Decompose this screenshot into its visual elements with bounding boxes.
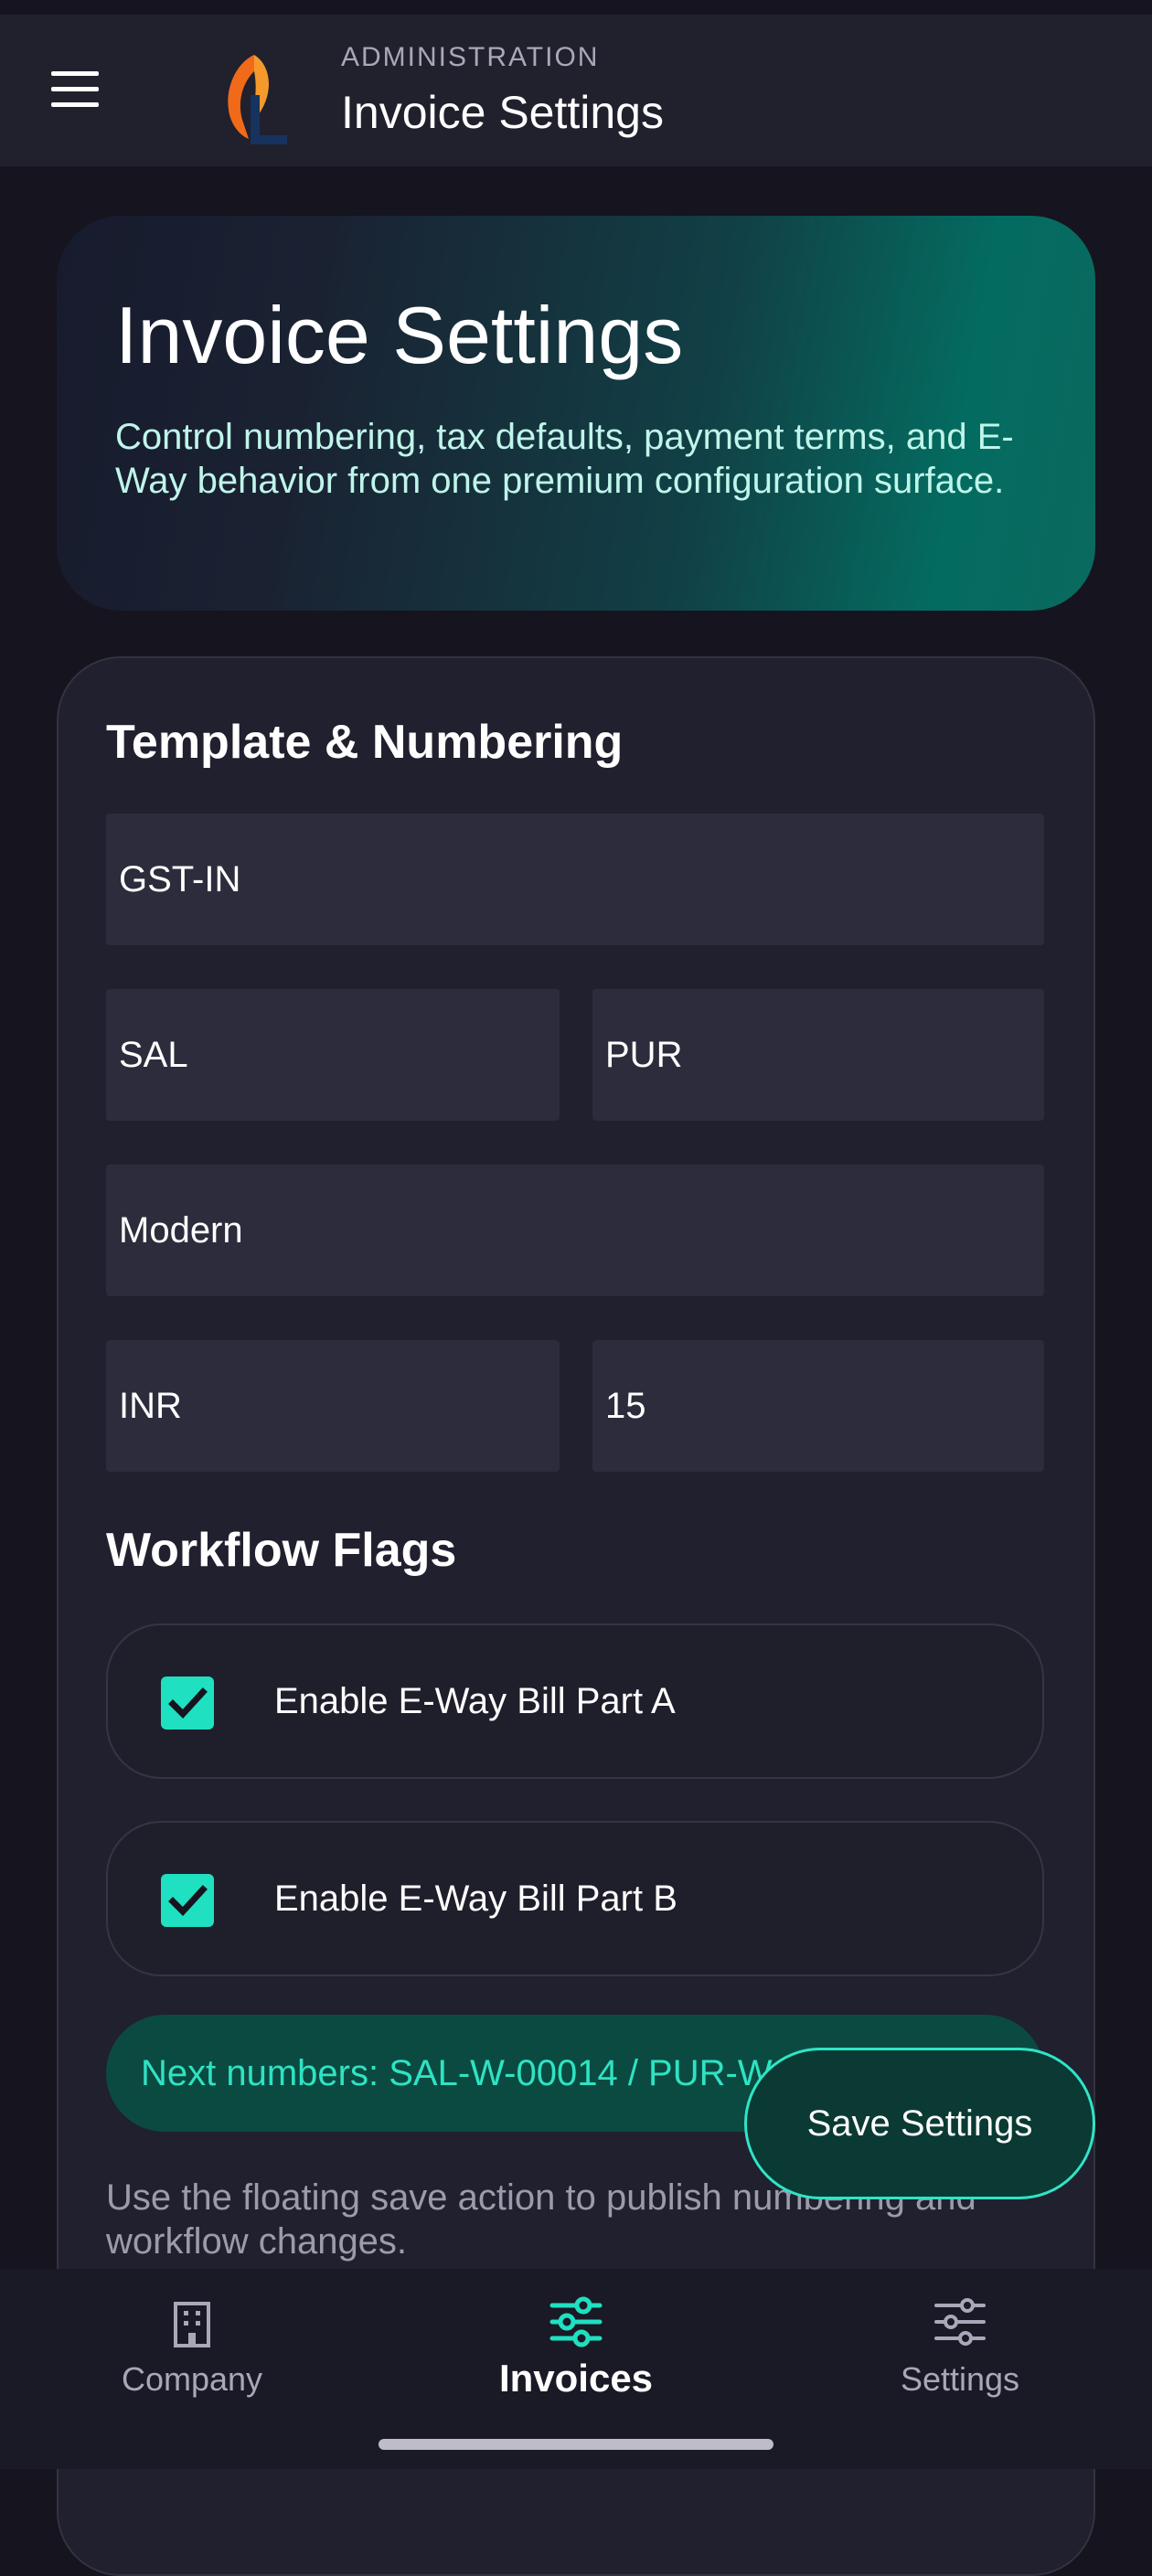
template-layout-field[interactable]: Modern <box>106 1165 1044 1296</box>
sliders-icon <box>549 2294 603 2349</box>
menu-icon[interactable] <box>48 69 106 113</box>
app-logo <box>218 49 291 150</box>
app-bar: ADMINISTRATION Invoice Settings <box>0 15 1152 166</box>
flag-label: Enable E-Way Bill Part B <box>274 1879 677 1919</box>
save-settings-button[interactable]: Save Settings <box>744 2048 1095 2199</box>
nav-label: Invoices <box>498 2357 654 2400</box>
flag-row-eway-part-b[interactable]: Enable E-Way Bill Part B <box>106 1821 1044 1976</box>
sales-prefix-field[interactable]: SAL <box>106 989 560 1121</box>
hero-description: Control numbering, tax defaults, payment… <box>115 417 1014 501</box>
nav-item-settings[interactable]: Settings <box>823 2269 1097 2452</box>
home-indicator[interactable] <box>379 2439 773 2450</box>
gst-template-field[interactable]: GST-IN <box>106 814 1044 945</box>
nav-item-company[interactable]: Company <box>55 2269 329 2452</box>
nav-label: Company <box>121 2360 263 2398</box>
flag-row-eway-part-a[interactable]: Enable E-Way Bill Part A <box>106 1623 1044 1779</box>
flag-label: Enable E-Way Bill Part A <box>274 1681 676 1721</box>
hero-banner: Invoice Settings Control numbering, tax … <box>57 216 1095 611</box>
checkbox-checked-icon[interactable] <box>161 1677 214 1730</box>
status-bar <box>0 0 1152 15</box>
section-eyebrow: ADMINISTRATION <box>341 42 600 72</box>
nav-item-invoices[interactable]: Invoices <box>439 2269 713 2452</box>
nav-label: Settings <box>900 2360 1020 2398</box>
sliders-icon <box>933 2294 987 2349</box>
app-bar-title: Invoice Settings <box>341 87 664 138</box>
hero-title: Invoice Settings <box>115 290 684 380</box>
payment-terms-field[interactable]: 15 <box>592 1340 1044 1472</box>
currency-field[interactable]: INR <box>106 1340 560 1472</box>
template-section-title: Template & Numbering <box>106 716 624 769</box>
workflow-section-title: Workflow Flags <box>106 1524 457 1577</box>
checkbox-checked-icon[interactable] <box>161 1874 214 1927</box>
building-icon <box>165 2294 219 2349</box>
purchase-prefix-field[interactable]: PUR <box>592 989 1044 1121</box>
